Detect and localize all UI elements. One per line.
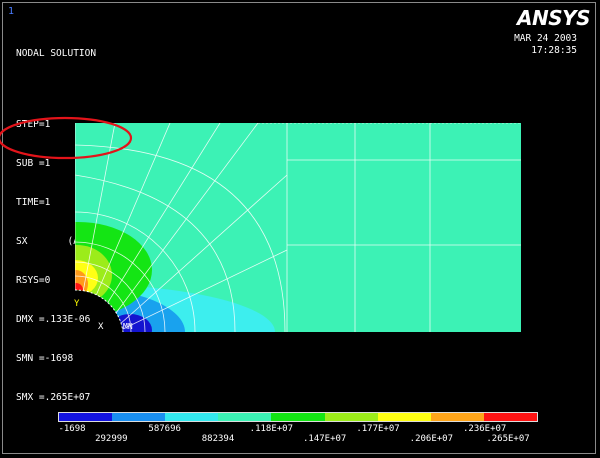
legend-tick-1: 292999 xyxy=(95,434,128,444)
contour-legend xyxy=(58,412,538,422)
legend-tick-2: 587696 xyxy=(148,424,181,434)
legend-tick-4: .118E+07 xyxy=(249,424,294,434)
legend-tick-7: .206E+07 xyxy=(409,434,454,444)
legend-color-7 xyxy=(430,413,484,421)
legend-color-8 xyxy=(483,413,537,421)
legend-color-6 xyxy=(377,413,431,421)
ansys-graphics-window: 1 NODAL SOLUTION STEP=1 SUB =1 TIME=1 SX… xyxy=(0,0,600,458)
legend-color-3 xyxy=(218,413,272,421)
legend-tick-5: .147E+07 xyxy=(302,434,347,444)
legend-tick-labels: -1698 292999 587696 882394 .118E+07 .147E+07.… xyxy=(58,422,538,446)
legend-color-1 xyxy=(112,413,166,421)
highlight-annotation xyxy=(0,116,133,160)
red-circle xyxy=(0,116,133,160)
legend-color-0 xyxy=(59,413,113,421)
legend-tick-8: .236E+07 xyxy=(462,424,507,434)
legend-color-5 xyxy=(324,413,378,421)
legend-tick-6: .177E+07 xyxy=(356,424,400,434)
legend-color-4 xyxy=(271,413,325,421)
legend-color-2 xyxy=(165,413,219,421)
legend-tick-0: -1698 xyxy=(58,424,86,434)
legend-tick-9: .265E+07 xyxy=(486,434,530,444)
legend-tick-3: 882394 xyxy=(201,434,235,444)
